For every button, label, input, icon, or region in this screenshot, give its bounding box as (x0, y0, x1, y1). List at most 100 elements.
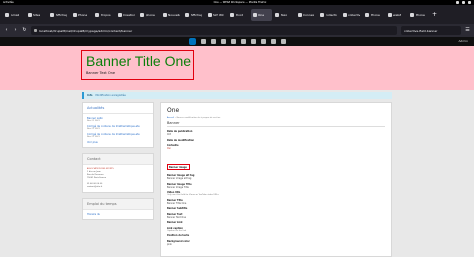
toolbar-appearance-icon[interactable] (220, 39, 226, 44)
tab-label: Affichage (190, 12, 203, 17)
field-item: Banner Image Title Banner Image Title (167, 183, 385, 189)
browser-tab[interactable]: phone (138, 9, 159, 21)
browser-tab[interactable]: Taxo (273, 9, 294, 21)
field-label: Position du texte (167, 234, 190, 237)
browser-tab[interactable]: webZ (386, 9, 407, 21)
field-label: Banner Subtitle (167, 207, 188, 210)
reload-icon[interactable]: ↻ (22, 28, 27, 33)
tab-label: Creation (123, 12, 135, 17)
toolbar-structure-icon[interactable] (210, 39, 216, 44)
field-value: Only use this field for Vimeo or YouTube… (167, 194, 220, 196)
breadcrumb-current: Banner modification de à propos de secti… (176, 117, 221, 119)
toolbar-help-icon[interactable] (270, 39, 276, 44)
power-icon[interactable] (468, 1, 471, 4)
toolbar-config-icon[interactable] (240, 39, 246, 44)
contact-block-title: Contact (83, 154, 153, 165)
field-value: Banner Image Title (167, 185, 189, 189)
browser-tab[interactable]: Phone (71, 9, 92, 21)
field-value: Banner image alt tag (167, 177, 192, 180)
tab-label: Propos (100, 12, 111, 17)
main-content: One Accueil » Banner modification de à p… (160, 102, 392, 257)
back-icon[interactable]: ‹ (4, 28, 9, 33)
lock-icon (34, 29, 37, 32)
toolbar-reports-icon[interactable] (260, 39, 266, 44)
breadcrumb-link[interactable]: Accueil (167, 117, 174, 119)
browser-tab[interactable]: Pivot (228, 9, 249, 21)
forward-icon[interactable]: › (13, 28, 18, 33)
browser-tab[interactable]: Connex (296, 9, 317, 21)
news-list: Banner Latin Nov 21 2021 Corrigé de conten… (83, 114, 153, 147)
field-item: Banner Title Banner Title One (167, 199, 385, 205)
browser-tab[interactable]: SLT Wil (206, 9, 227, 21)
contact-line: contact@site.fr (87, 186, 103, 188)
tab-favicon-icon (365, 12, 369, 17)
url-text: localhost/drupal8/inet/drupal8/mypage/ad… (39, 28, 133, 33)
toolbar-shortcuts-icon[interactable] (280, 39, 286, 44)
tab-favicon-icon (230, 12, 234, 17)
tab-favicon-icon (140, 12, 144, 17)
tab-favicon-icon (387, 12, 392, 17)
browser-tab[interactable]: Affichage (183, 9, 204, 21)
status-text: Modification enregistrée (95, 94, 126, 97)
search-text: collective-field.banner (404, 28, 438, 33)
tab-favicon-icon (207, 12, 212, 17)
contact-block: Contact ASSOCIATION DES SPORTS 1 bis rue … (82, 153, 154, 193)
manage-icon[interactable] (188, 38, 196, 45)
search-bar[interactable]: collective-field.banner (401, 26, 461, 35)
tab-label: Taxo (280, 12, 288, 17)
browser-tab[interactable]: Gmail (3, 9, 24, 21)
tab-label: collective (325, 12, 338, 17)
browser-tab[interactable]: Propos (93, 9, 114, 21)
tab-favicon-icon (297, 12, 302, 17)
tab-label: Phone (415, 12, 425, 17)
network-icon[interactable] (456, 1, 459, 4)
toolbar-content-icon[interactable] (200, 39, 206, 44)
system-tray[interactable] (456, 1, 471, 4)
browser-tab[interactable]: Creation (116, 9, 137, 21)
contact-details: ASSOCIATION DES SPORTS 1 bis rue Jean Rue … (83, 165, 153, 192)
news-more-link[interactable]: Voir plus (87, 141, 149, 144)
banner-text: Banner Text One (86, 71, 116, 75)
banner-highlight-box: Banner Title One Banner Text One (81, 50, 194, 80)
activities-button[interactable]: Activités (3, 1, 14, 4)
browser-tab[interactable]: Phone (408, 9, 429, 21)
browser-tab[interactable]: Nouvelle (161, 9, 182, 21)
news-item-date: Nov 21 2021 (87, 136, 100, 138)
new-tab-icon[interactable]: + (431, 9, 439, 21)
tab-label: Phone (370, 12, 380, 17)
field-item: Corbeille Oui (167, 144, 385, 150)
url-bar[interactable]: localhost/drupal8/inet/drupal8/mypage/ad… (31, 26, 397, 35)
tab-label: Connex (303, 12, 315, 17)
field-value: Caption for the link (167, 229, 187, 232)
field-item: Banner Text Banner Text One (167, 213, 385, 219)
browser-tab[interactable]: Sites (26, 9, 47, 21)
schedule-link[interactable]: Horaire du (87, 213, 149, 216)
browser-tab[interactable]: One (250, 8, 272, 21)
browser-tab[interactable]: collective (318, 9, 339, 21)
browser-nav-bar: ‹ › ↻ localhost/drupal8/inet/drupal8/myp… (0, 24, 474, 37)
drupal-admin-toolbar: Admin (0, 37, 474, 46)
page-title: One (167, 107, 180, 114)
field-value: Banner Text One (167, 215, 187, 219)
browser-tab[interactable]: Phone (363, 9, 384, 21)
screen: Activités One — WEbZ Workspace — Mozilla… (0, 0, 474, 257)
toolbar-user[interactable]: Admin (458, 39, 468, 43)
toolbar-people-icon[interactable] (250, 39, 256, 44)
news-item-date: Nov 21 2021 (87, 128, 100, 130)
news-item-date: Nov 21 2021 (87, 120, 100, 122)
banner-title: Banner Title One (86, 53, 192, 69)
extensions-icon[interactable]: ☰ (465, 28, 470, 33)
tab-favicon-icon (5, 12, 9, 17)
field-item: Link caption Caption for the link (167, 227, 385, 232)
toolbar-extend-icon[interactable] (230, 39, 236, 44)
browser-tab[interactable]: Affichage (48, 9, 69, 21)
browser-tab[interactable]: collective (341, 9, 362, 21)
schedule-block-title: Emploi du temps (83, 199, 153, 210)
volume-icon[interactable] (462, 1, 465, 4)
tab-label: Affichage (55, 12, 68, 17)
field-item: Banner image (167, 153, 385, 172)
news-block: Actualités Banner Latin Nov 21 2021 Corrig… (82, 102, 154, 148)
field-item: Date de publication Oct (167, 130, 385, 136)
field-list: Date de publication Oct Date de modificati… (167, 130, 385, 246)
tab-favicon-icon (342, 12, 347, 17)
